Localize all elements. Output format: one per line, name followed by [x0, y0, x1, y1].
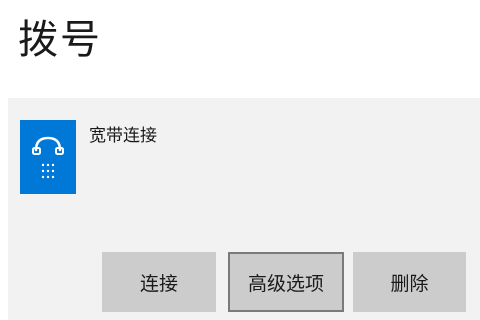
delete-button[interactable]: 删除	[353, 252, 466, 312]
connection-name: 宽带连接	[89, 126, 157, 146]
dial-up-phone-icon	[20, 120, 76, 194]
page-title: 拨号	[18, 17, 102, 63]
advanced-options-button[interactable]: 高级选项	[228, 252, 344, 312]
connect-button[interactable]: 连接	[102, 252, 216, 312]
dialup-settings-page: 拨号 宽带连接 连接 高级选项 删除	[0, 0, 480, 320]
connection-card[interactable]: 宽带连接 连接 高级选项 删除	[8, 98, 480, 320]
